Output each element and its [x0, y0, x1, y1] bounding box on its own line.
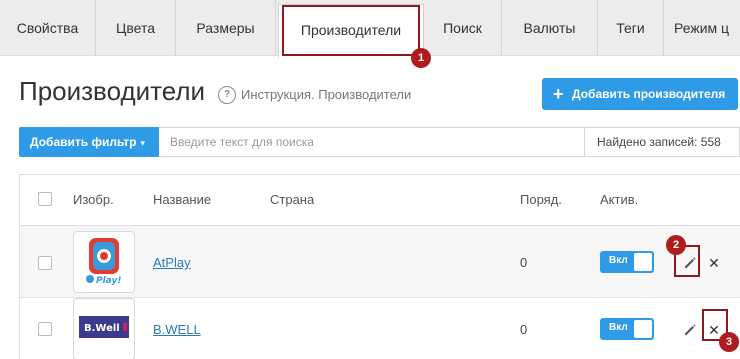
- bwell-logo-icon: B.Well: [79, 316, 129, 338]
- add-filter-button[interactable]: Добавить фильтр ▾: [19, 127, 159, 157]
- add-manufacturer-label: Добавить производителя: [572, 87, 726, 101]
- tab-currencies[interactable]: Валюты: [502, 0, 598, 56]
- active-toggle[interactable]: Вкл: [600, 251, 654, 273]
- table-header: Изобр. Название Страна Поряд. Актив.: [20, 175, 740, 226]
- add-manufacturer-button[interactable]: + Добавить производителя: [542, 78, 738, 110]
- caret-down-icon: ▾: [140, 138, 146, 148]
- row-checkbox[interactable]: [38, 256, 52, 270]
- select-all-checkbox[interactable]: [38, 192, 52, 206]
- atplay-logo-icon: Play!: [86, 238, 124, 286]
- pencil-icon[interactable]: [683, 323, 697, 337]
- header-order[interactable]: Поряд.: [520, 192, 562, 207]
- tab-search[interactable]: Поиск: [424, 0, 502, 56]
- manufacturer-name-link[interactable]: AtPlay: [153, 255, 191, 270]
- tab-properties[interactable]: Свойства: [0, 0, 96, 56]
- header-active[interactable]: Актив.: [600, 192, 638, 207]
- add-filter-label: Добавить фильтр: [30, 135, 137, 149]
- header-country[interactable]: Страна: [270, 192, 314, 207]
- toggle-label: Вкл: [609, 322, 628, 333]
- manufacturers-table: Изобр. Название Страна Поряд. Актив. Pla…: [19, 174, 740, 359]
- toggle-label: Вкл: [609, 255, 628, 266]
- manufacturer-logo: Play!: [73, 231, 135, 293]
- pencil-icon[interactable]: [683, 256, 697, 270]
- tab-sizes[interactable]: Размеры: [176, 0, 276, 56]
- tab-tags[interactable]: Теги: [598, 0, 664, 56]
- delete-icon[interactable]: ✕: [707, 323, 721, 337]
- help-icon[interactable]: ?: [218, 86, 236, 104]
- toggle-knob: [634, 320, 652, 338]
- step-marker-2: 2: [666, 235, 686, 255]
- manufacturer-logo: B.Well: [73, 298, 135, 359]
- header-image: Изобр.: [73, 192, 114, 207]
- tab-bar: Свойства Цвета Размеры Производители Пои…: [0, 0, 740, 58]
- table-row: B.Well B.WELL 0 Вкл ✕: [20, 298, 740, 359]
- order-value: 0: [520, 255, 528, 270]
- logo-text: Play!: [96, 276, 121, 286]
- order-value: 0: [520, 322, 528, 337]
- active-toggle[interactable]: Вкл: [600, 318, 654, 340]
- header-name[interactable]: Название: [153, 192, 211, 207]
- tab-manufacturers[interactable]: Производители: [278, 4, 424, 58]
- page-title: Производители: [19, 76, 206, 106]
- plus-icon: +: [553, 84, 564, 104]
- tab-price-mode[interactable]: Режим ц: [664, 0, 740, 56]
- toggle-knob: [634, 253, 652, 271]
- step-marker-1: 1: [411, 48, 431, 68]
- search-input[interactable]: Введите текст для поиска: [159, 127, 585, 157]
- step-marker-3: 3: [719, 332, 739, 352]
- manufacturer-name-link[interactable]: B.WELL: [153, 322, 201, 337]
- row-checkbox[interactable]: [38, 322, 52, 336]
- delete-icon[interactable]: ✕: [707, 256, 721, 270]
- table-row: Play! AtPlay 0 Вкл ✕: [20, 226, 740, 298]
- logo-text: B.Well: [84, 323, 120, 334]
- help-link[interactable]: Инструкция. Производители: [241, 87, 411, 102]
- tab-colors[interactable]: Цвета: [96, 0, 176, 56]
- records-found: Найдено записей: 558: [584, 127, 740, 157]
